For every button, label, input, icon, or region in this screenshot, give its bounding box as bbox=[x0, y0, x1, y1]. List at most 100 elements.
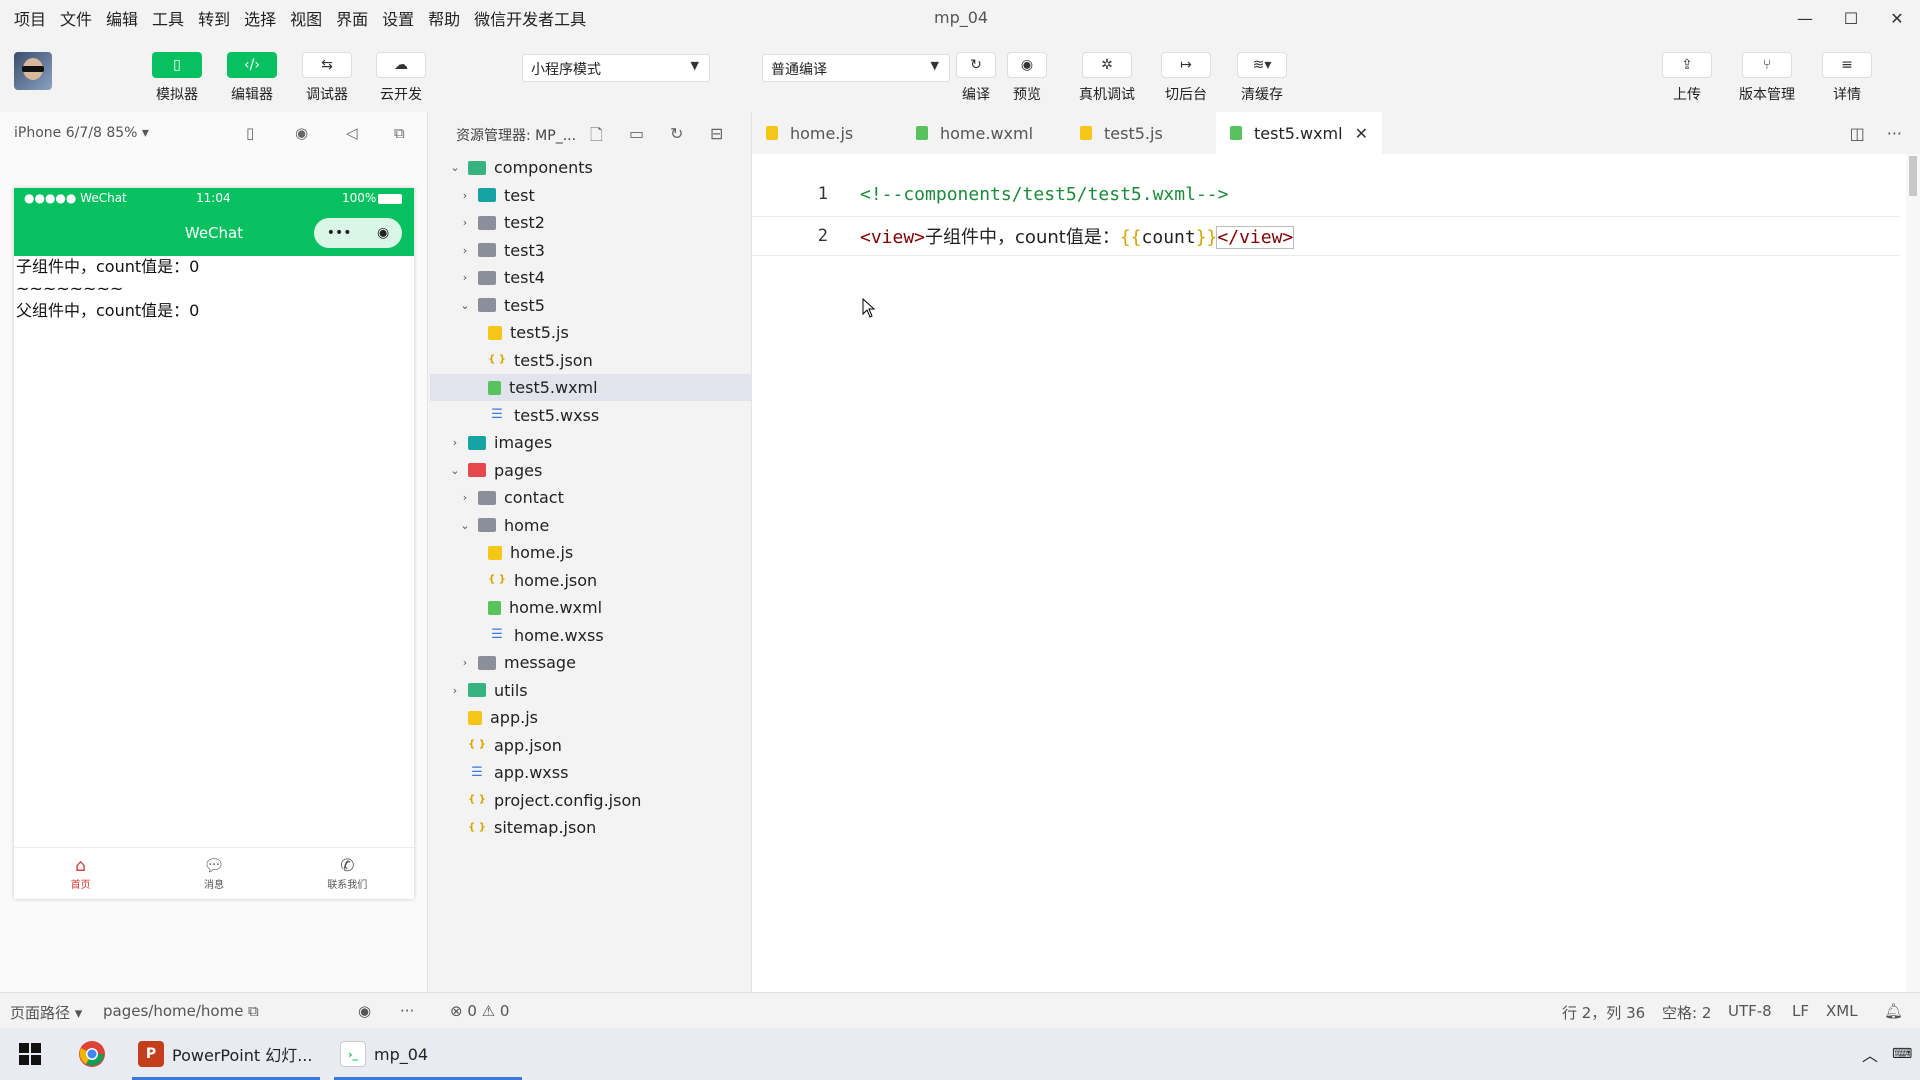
menu-item[interactable]: 界面 bbox=[336, 6, 368, 30]
tray-chevron-icon[interactable]: ︿ bbox=[1862, 1028, 1878, 1080]
preview-button[interactable]: ◉ 预览 bbox=[997, 52, 1057, 104]
powerpoint-taskbar-button[interactable]: P PowerPoint 幻灯... bbox=[132, 1028, 320, 1080]
tree-item[interactable]: › test bbox=[430, 182, 752, 209]
chevron-right-icon[interactable]: › bbox=[458, 271, 472, 284]
collapse-icon[interactable]: ⊟ bbox=[710, 124, 723, 143]
phone-tab-item[interactable]: ⌂ 首页 bbox=[14, 848, 147, 899]
tree-item[interactable]: { } home.json bbox=[430, 567, 752, 594]
scrollbar-thumb[interactable] bbox=[1909, 156, 1917, 196]
tree-item[interactable]: { } app.json bbox=[430, 732, 752, 759]
cloud-button[interactable]: ☁ 云开发 bbox=[371, 52, 431, 104]
eye-icon[interactable]: ◉ bbox=[358, 1002, 371, 1020]
chevron-right-icon[interactable]: › bbox=[458, 189, 472, 202]
simulator-button[interactable]: ▯ 模拟器 bbox=[147, 52, 207, 104]
tree-item[interactable]: { } project.config.json bbox=[430, 787, 752, 814]
clear-cache-button[interactable]: ≋▾ 清缓存 bbox=[1232, 52, 1292, 104]
capsule-menu[interactable]: ••• ◉ bbox=[314, 218, 402, 248]
upload-button[interactable]: ⇪ 上传 bbox=[1657, 52, 1717, 104]
tree-item[interactable]: home.js bbox=[430, 539, 752, 566]
chevron-down-icon[interactable]: ⌄ bbox=[448, 464, 462, 477]
menu-item[interactable]: 帮助 bbox=[428, 6, 460, 30]
keyboard-icon[interactable]: ⌨ bbox=[1892, 1028, 1912, 1080]
menu-item[interactable]: 设置 bbox=[382, 6, 414, 30]
avatar[interactable] bbox=[14, 52, 52, 90]
menu-item[interactable]: 项目 bbox=[14, 6, 46, 30]
compile-select[interactable]: 普通编译 ▼ bbox=[762, 54, 950, 82]
menu-item[interactable]: 工具 bbox=[152, 6, 184, 30]
more-icon[interactable]: ··· bbox=[1887, 124, 1902, 143]
chevron-right-icon[interactable]: › bbox=[458, 491, 472, 504]
chevron-right-icon[interactable]: › bbox=[458, 216, 472, 229]
debugger-button[interactable]: ⇆ 调试器 bbox=[297, 52, 357, 104]
editor-tab[interactable]: home.js bbox=[752, 112, 902, 154]
chevron-down-icon[interactable]: ⌄ bbox=[458, 299, 472, 312]
editor-tab[interactable]: test5.wxml ✕ bbox=[1216, 112, 1382, 154]
tree-item[interactable]: ⌄ components bbox=[430, 154, 752, 181]
volume-icon[interactable]: ◁ bbox=[346, 124, 358, 142]
chevron-down-icon[interactable]: ⌄ bbox=[448, 161, 462, 174]
page-path-select[interactable]: 页面路径 ▾ bbox=[10, 1002, 82, 1023]
tree-item[interactable]: ⌄ pages bbox=[430, 457, 752, 484]
tree-item[interactable]: › test4 bbox=[430, 264, 752, 291]
remote-debug-button[interactable]: ✲ 真机调试 bbox=[1077, 52, 1137, 104]
close-window-button[interactable]: ✕ bbox=[1874, 0, 1920, 36]
maximize-button[interactable]: ☐ bbox=[1828, 0, 1874, 36]
menu-item[interactable]: 选择 bbox=[244, 6, 276, 30]
refresh-icon[interactable]: ↻ bbox=[670, 124, 683, 143]
chevron-right-icon[interactable]: › bbox=[448, 684, 462, 697]
tree-item[interactable]: ⌄ home bbox=[430, 512, 752, 539]
phone-icon[interactable]: ▯ bbox=[246, 124, 254, 142]
chevron-right-icon[interactable]: › bbox=[458, 656, 472, 669]
start-button[interactable] bbox=[18, 1028, 42, 1080]
detach-icon[interactable]: ⧉ bbox=[394, 124, 405, 142]
encoding[interactable]: UTF-8 bbox=[1728, 1002, 1772, 1020]
editor-button[interactable]: ‹/› 编辑器 bbox=[222, 52, 282, 104]
copy-icon[interactable]: ⧉ bbox=[248, 1002, 259, 1020]
menu-item[interactable]: 转到 bbox=[198, 6, 230, 30]
device-select[interactable]: iPhone 6/7/8 85% ▾ bbox=[14, 125, 149, 141]
more-icon[interactable]: ··· bbox=[400, 1002, 414, 1020]
chevron-right-icon[interactable]: › bbox=[458, 244, 472, 257]
menu-item[interactable]: 文件 bbox=[60, 6, 92, 30]
tree-item[interactable]: { } sitemap.json bbox=[430, 814, 752, 841]
tree-item[interactable]: ☰ test5.wxss bbox=[430, 402, 752, 429]
tree-item[interactable]: ☰ app.wxss bbox=[430, 759, 752, 786]
bell-icon[interactable]: 🔔︎ bbox=[1884, 1002, 1903, 1020]
tree-item[interactable]: ☰ home.wxss bbox=[430, 622, 752, 649]
more-icon[interactable]: ••• bbox=[327, 225, 352, 241]
close-tab-icon[interactable]: ✕ bbox=[1355, 124, 1368, 143]
problems-count[interactable]: ⊗ 0 ⚠ 0 bbox=[450, 1002, 509, 1020]
split-editor-icon[interactable]: ◫ bbox=[1850, 124, 1865, 143]
tree-item[interactable]: home.wxml bbox=[430, 594, 752, 621]
tree-item[interactable]: test5.wxml bbox=[430, 374, 752, 401]
tree-item[interactable]: › test2 bbox=[430, 209, 752, 236]
cursor-position[interactable]: 行 2，列 36 bbox=[1562, 1002, 1645, 1023]
new-file-icon[interactable]: 🗋 bbox=[590, 124, 603, 151]
chrome-taskbar-button[interactable] bbox=[78, 1028, 106, 1080]
tree-item[interactable]: › utils bbox=[430, 677, 752, 704]
tree-item[interactable]: › test3 bbox=[430, 237, 752, 264]
tree-item[interactable]: › contact bbox=[430, 484, 752, 511]
tree-item[interactable]: › images bbox=[430, 429, 752, 456]
tree-item[interactable]: › message bbox=[430, 649, 752, 676]
line-ending[interactable]: LF bbox=[1792, 1002, 1809, 1020]
menu-item[interactable]: 微信开发者工具 bbox=[474, 6, 586, 30]
indent-spaces[interactable]: 空格: 2 bbox=[1662, 1002, 1711, 1023]
phone-tab-item[interactable]: 💬︎ 消息 bbox=[147, 848, 280, 899]
devtools-taskbar-button[interactable]: ›_ mp_04 bbox=[334, 1028, 522, 1080]
minimize-button[interactable]: — bbox=[1782, 0, 1828, 36]
language-mode[interactable]: XML bbox=[1826, 1002, 1858, 1020]
record-icon[interactable]: ◉ bbox=[295, 124, 308, 142]
tree-item[interactable]: app.js bbox=[430, 704, 752, 731]
menu-item[interactable]: 视图 bbox=[290, 6, 322, 30]
editor-tab[interactable]: test5.js bbox=[1066, 112, 1216, 154]
chevron-right-icon[interactable]: › bbox=[448, 436, 462, 449]
tree-item[interactable]: ⌄ test5 bbox=[430, 292, 752, 319]
background-button[interactable]: ↦ 切后台 bbox=[1156, 52, 1216, 104]
phone-tab-item[interactable]: ✆ 联系我们 bbox=[281, 848, 414, 899]
menu-item[interactable]: 编辑 bbox=[106, 6, 138, 30]
new-folder-icon[interactable]: ▭ bbox=[629, 124, 644, 143]
editor-tab[interactable]: home.wxml bbox=[902, 112, 1066, 154]
target-icon[interactable]: ◉ bbox=[377, 225, 389, 241]
tree-item[interactable]: { } test5.json bbox=[430, 347, 752, 374]
